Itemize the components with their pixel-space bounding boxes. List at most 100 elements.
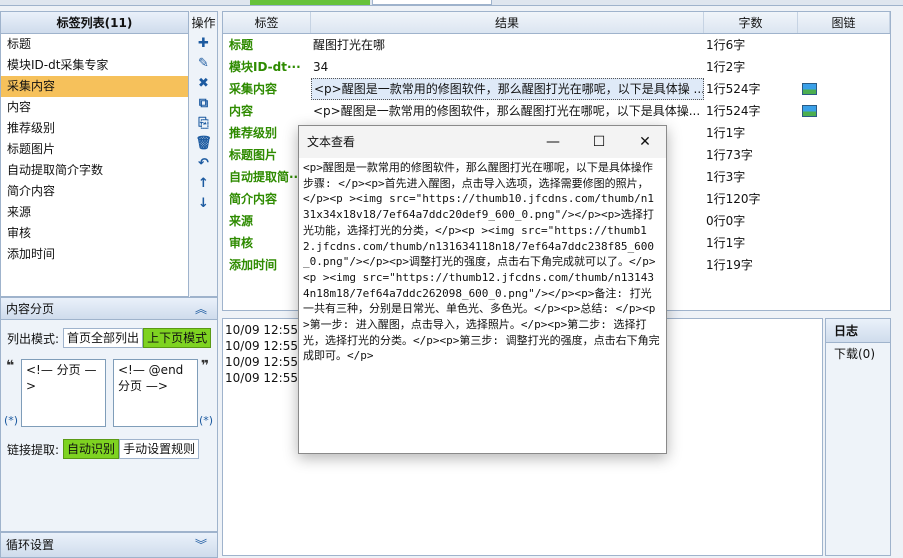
link-extract-label: 链接提取: (7, 442, 60, 457)
link-manual-button[interactable]: 手动设置规则 (119, 439, 200, 459)
cell-count: 1行3字 (706, 170, 746, 184)
quote-right-icon: ❞ (201, 358, 210, 374)
tag-list-panel: 标签列表(11) 标题 模块ID-dt采集专家 采集内容 内容 推荐级别 标题图片 自动提取… (0, 11, 189, 297)
mode-pages-button[interactable]: 上下页模式 (143, 328, 212, 348)
wildcard-right-icon[interactable]: (*) (199, 414, 213, 427)
wildcard-left-icon[interactable]: (*) (4, 414, 18, 427)
tag-list-title: 标签列表(11) (1, 12, 188, 34)
image-icon[interactable] (802, 104, 817, 117)
link-auto-button[interactable]: 自动识别 (63, 439, 120, 459)
tag-list-item[interactable]: 审核 (1, 223, 188, 244)
close-icon[interactable]: ✕ (622, 126, 668, 158)
tag-list-item[interactable]: 添加时间 (1, 244, 188, 265)
operations-column: 操作 ✚ ✎ ✖ ⧉ ⎘ 🗑 ↶ ↑ ↓ (190, 11, 218, 297)
content-split-header[interactable]: 内容分页 ︽ (1, 298, 217, 320)
dialog-text-content[interactable]: <p>醒图是一款常用的修图软件，那么醒图打光在哪呢，以下是具体操作步骤: </p… (299, 158, 666, 364)
cell-image-link[interactable] (798, 254, 890, 276)
split-start-field[interactable]: <!— 分页 —> (21, 359, 106, 427)
cell-image-link[interactable] (798, 188, 890, 210)
image-icon[interactable] (802, 82, 817, 95)
inactive-tab[interactable] (372, 0, 492, 5)
table-row[interactable]: 标题 醒图打光在哪 1行6字 (223, 34, 890, 56)
cell-image-link[interactable] (798, 232, 890, 254)
cell-count: 1行1字 (706, 236, 746, 250)
list-mode-row: 列出模式: 首页全部列出 上下页模式 (7, 328, 212, 348)
cell-image-link[interactable] (798, 166, 890, 188)
loop-settings-header[interactable]: 循环设置 ︾ (0, 532, 218, 558)
cell-result[interactable]: <p>醒图是一款常用的修图软件，那么醒图打光在哪呢，以下是具体操 ... (311, 78, 704, 100)
cell-count: 1行1字 (706, 126, 746, 140)
header-tag[interactable]: 标签 (223, 12, 311, 33)
cell-tag: 内容 (229, 104, 254, 118)
log-tab-title[interactable]: 日志 (826, 319, 890, 343)
list-mode-label: 列出模式: (7, 331, 60, 346)
header-image-link[interactable]: 图链 (798, 12, 890, 33)
active-tab-indicator[interactable] (250, 0, 370, 5)
cell-image-link[interactable] (798, 78, 890, 100)
operations-title: 操作 (191, 16, 216, 30)
tag-list-item[interactable]: 简介内容 (1, 181, 188, 202)
table-row[interactable]: 模块ID-dt··· 34 1行2字 (223, 56, 890, 78)
dialog-title: 文本查看 (307, 135, 356, 149)
tag-list-item[interactable]: 标题 (1, 34, 188, 55)
table-row[interactable]: 内容 <p>醒图是一款常用的修图软件，那么醒图打光在哪呢，以下是具体操... 1行5… (223, 100, 890, 122)
cell-result[interactable]: 34 (311, 56, 704, 78)
tag-list-item[interactable]: 内容 (1, 97, 188, 118)
chevron-up-icon[interactable]: ︽ (195, 298, 207, 320)
plus-icon[interactable]: ✚ (190, 34, 217, 54)
minimize-icon[interactable]: — (530, 126, 576, 158)
log-side-panel: 日志 下载(0) (825, 318, 891, 556)
cell-image-link[interactable] (798, 122, 890, 144)
tag-list-item[interactable]: 来源 (1, 202, 188, 223)
tag-list-item[interactable]: 采集内容 (1, 76, 188, 97)
undo-icon[interactable]: ↶ (190, 154, 217, 174)
tag-list: 标题 模块ID-dt采集专家 采集内容 内容 推荐级别 标题图片 自动提取简介字数 简介内容来… (1, 34, 188, 265)
cell-count: 1行19字 (706, 258, 753, 272)
pencil-icon[interactable]: ✎ (190, 54, 217, 74)
cell-count: 1行73字 (706, 148, 753, 162)
cell-tag: 采集内容 (229, 82, 278, 96)
delete-icon[interactable]: ✖ (190, 74, 217, 94)
download-count-item[interactable]: 下载(0) (826, 343, 890, 365)
tag-list-item[interactable]: 标题图片 (1, 139, 188, 160)
trash-icon[interactable]: 🗑 (190, 134, 217, 154)
tag-list-item[interactable]: 模块ID-dt采集专家 (1, 55, 188, 76)
content-split-title: 内容分页 (6, 302, 55, 316)
link-extract-row: 链接提取: 自动识别 手动设置规则 (7, 439, 200, 459)
text-view-dialog: 文本查看 — ☐ ✕ <p>醒图是一款常用的修图软件，那么醒图打光在哪呢，以下是… (298, 125, 667, 454)
cell-count: 1行524字 (706, 82, 761, 96)
maximize-icon[interactable]: ☐ (576, 126, 622, 158)
top-tab-strip (0, 0, 903, 6)
content-split-panel: 内容分页 ︽ 列出模式: 首页全部列出 上下页模式 ❝ <!— 分页 —> <!… (0, 297, 218, 532)
tag-list-item[interactable]: 自动提取简介字数 (1, 160, 188, 181)
arrow-down-icon[interactable]: ↓ (190, 194, 217, 214)
cell-count: 1行6字 (706, 38, 746, 52)
cell-count: 1行524字 (706, 104, 761, 118)
dialog-titlebar[interactable]: 文本查看 — ☐ ✕ (299, 126, 666, 158)
tag-list-item[interactable]: 推荐级别 (1, 118, 188, 139)
arrow-up-icon[interactable]: ↑ (190, 174, 217, 194)
table-row[interactable]: 采集内容 <p>醒图是一款常用的修图软件，那么醒图打光在哪呢，以下是具体操 ...… (223, 78, 890, 100)
cell-count: 1行2字 (706, 60, 746, 74)
cell-image-link[interactable] (798, 210, 890, 232)
cell-tag: 标题 (229, 38, 254, 52)
cell-image-link[interactable] (798, 144, 890, 166)
loop-settings-title: 循环设置 (6, 538, 55, 552)
header-count[interactable]: 字数 (704, 12, 798, 33)
cell-image-link[interactable] (798, 56, 890, 78)
cell-image-link[interactable] (798, 34, 890, 56)
table-header: 标签 结果 字数 图链 (223, 12, 890, 34)
split-end-field[interactable]: <!— @end 分页 —> (113, 359, 198, 427)
cell-result[interactable]: 醒图打光在哪 (311, 34, 704, 56)
quote-left-icon: ❝ (6, 358, 15, 374)
paste-icon[interactable]: ⎘ (190, 114, 217, 134)
cell-count: 0行0字 (706, 214, 746, 228)
cell-count: 1行120字 (706, 192, 761, 206)
cell-result[interactable]: <p>醒图是一款常用的修图软件，那么醒图打光在哪呢，以下是具体操... (311, 100, 704, 122)
header-result[interactable]: 结果 (311, 12, 704, 33)
copy-icon[interactable]: ⧉ (190, 94, 217, 114)
cell-tag: 模块ID-dt··· (229, 60, 301, 74)
mode-all-button[interactable]: 首页全部列出 (63, 328, 144, 348)
chevron-down-icon[interactable]: ︾ (195, 533, 207, 557)
cell-image-link[interactable] (798, 100, 890, 122)
